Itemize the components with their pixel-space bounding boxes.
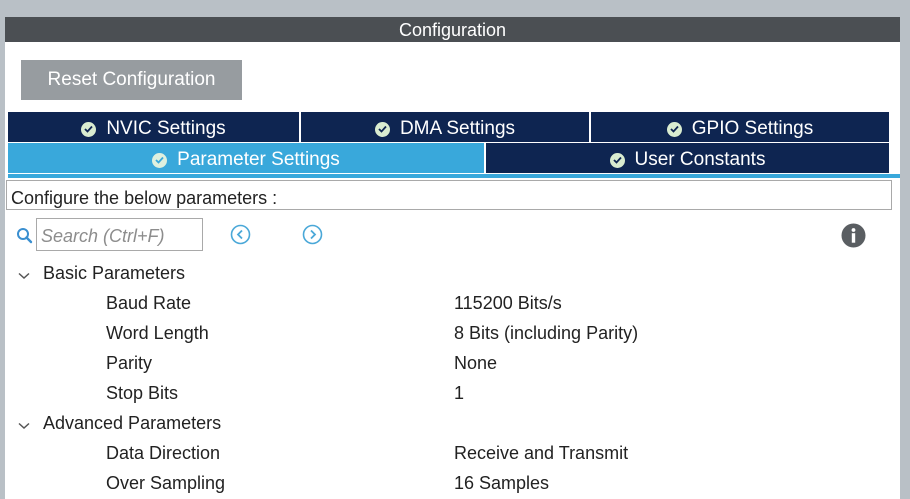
tab-user-constants[interactable]: User Constants: [486, 143, 889, 173]
chevron-right-circle-icon[interactable]: [302, 224, 323, 250]
tab-label: User Constants: [634, 149, 766, 170]
param-row[interactable]: Word Length 8 Bits (including Parity): [5, 318, 900, 348]
check-circle-icon: [81, 121, 97, 137]
tab-label: GPIO Settings: [691, 118, 814, 139]
param-value[interactable]: Receive and Transmit: [454, 443, 628, 464]
group-label: Advanced Parameters: [43, 413, 222, 433]
param-value[interactable]: 16 Samples: [454, 473, 549, 494]
description-text: Configure the below parameters :: [6, 180, 892, 210]
param-row[interactable]: Parity None: [5, 348, 900, 378]
param-row[interactable]: Over Sampling 16 Samples: [5, 468, 900, 498]
chevron-down-icon[interactable]: [17, 415, 31, 436]
group-basic-parameters[interactable]: Basic Parameters: [5, 258, 900, 288]
tab-parameter-settings[interactable]: Parameter Settings: [8, 143, 484, 173]
group-advanced-parameters[interactable]: Advanced Parameters: [5, 408, 900, 438]
tab-nvic-settings[interactable]: NVIC Settings: [8, 112, 299, 142]
info-icon[interactable]: [841, 223, 866, 253]
param-name: Over Sampling: [106, 473, 226, 493]
configuration-panel: Configuration Reset Configuration NVIC S…: [5, 17, 900, 499]
active-tab-underline: [8, 174, 900, 178]
chevron-left-circle-icon[interactable]: [230, 224, 251, 250]
param-name: Baud Rate: [106, 293, 192, 313]
search-icon[interactable]: [16, 227, 34, 250]
param-name: Stop Bits: [106, 383, 179, 403]
check-circle-icon: [152, 152, 168, 168]
check-circle-icon: [374, 121, 390, 137]
check-circle-icon: [666, 121, 682, 137]
panel-title: Configuration: [5, 17, 900, 42]
param-name: Parity: [106, 353, 153, 373]
param-value[interactable]: 1: [454, 383, 464, 404]
param-name: Word Length: [106, 323, 209, 343]
tab-dma-settings[interactable]: DMA Settings: [301, 112, 589, 142]
param-value[interactable]: None: [454, 353, 497, 374]
param-value[interactable]: 8 Bits (including Parity): [454, 323, 638, 344]
tab-label: DMA Settings: [399, 118, 516, 139]
tab-label: NVIC Settings: [106, 118, 226, 139]
param-row[interactable]: Data Direction Receive and Transmit: [5, 438, 900, 468]
param-name: Data Direction: [106, 443, 221, 463]
check-circle-icon: [609, 152, 625, 168]
param-row[interactable]: Stop Bits 1: [5, 378, 900, 408]
chevron-down-icon[interactable]: [17, 265, 31, 286]
reset-configuration-button[interactable]: Reset Configuration: [21, 60, 242, 100]
param-value[interactable]: 115200 Bits/s: [454, 293, 562, 314]
param-row[interactable]: Baud Rate 115200 Bits/s: [5, 288, 900, 318]
tab-label: Parameter Settings: [177, 149, 340, 170]
tab-gpio-settings[interactable]: GPIO Settings: [591, 112, 889, 142]
search-input[interactable]: [36, 218, 203, 251]
group-label: Basic Parameters: [43, 263, 186, 283]
